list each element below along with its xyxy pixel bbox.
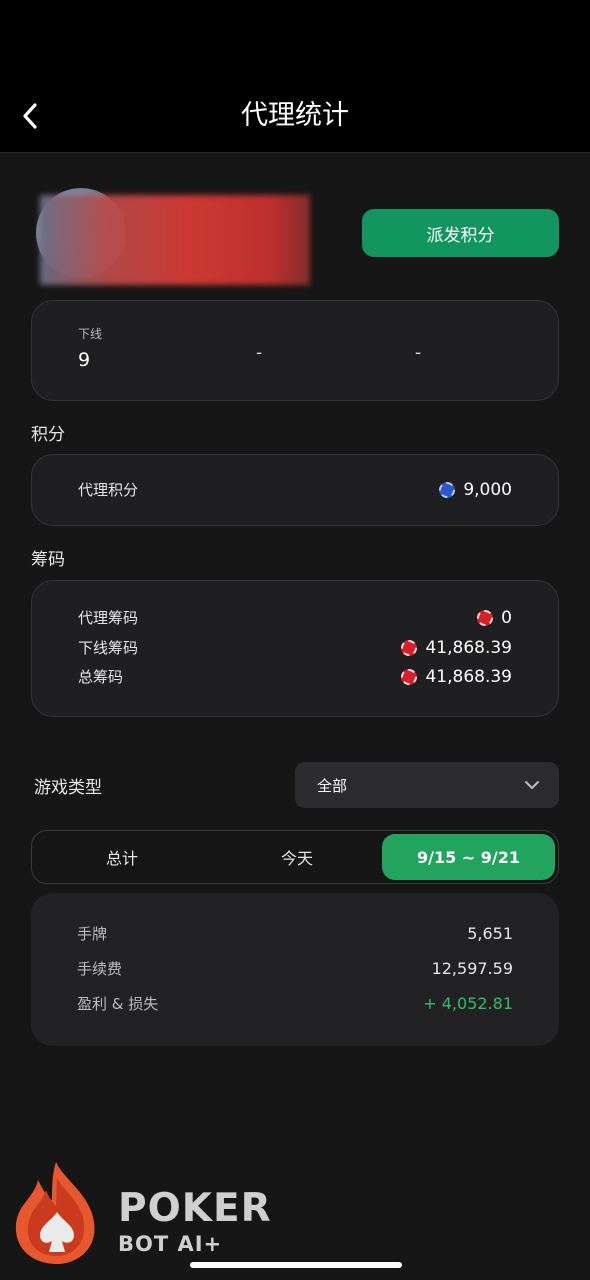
blue-chip-icon (439, 481, 456, 498)
profit-loss-value: + 4,052.81 (423, 994, 513, 1013)
redacted-name (40, 195, 310, 285)
downline-chips-label: 下线筹码 (78, 639, 139, 657)
total-chips-amount: 41,868.39 (425, 666, 512, 687)
dispatch-points-button[interactable]: 派发积分 (362, 209, 559, 257)
agent-points-label: 代理积分 (78, 481, 139, 499)
chevron-down-icon (525, 781, 539, 789)
hands-label: 手牌 (77, 925, 108, 943)
points-card: 代理积分 9,000 (31, 454, 559, 526)
agent-points-value: 9,000 (439, 480, 512, 500)
downline-chips-amount: 41,868.39 (425, 637, 512, 658)
stats-card: 手牌 5,651 手续费 12,597.59 盈利 & 损失 + 4,052.8… (31, 893, 559, 1046)
agent-points-row: 代理积分 9,000 (78, 479, 512, 500)
fee-row: 手续费 12,597.59 (77, 958, 513, 979)
placeholder-dash: - (415, 343, 422, 363)
watermark-bot-ai: BOT AI+ (118, 1232, 223, 1256)
profit-loss-label: 盈利 & 损失 (77, 995, 159, 1013)
flame-spade-logo-icon (15, 1162, 95, 1264)
agent-chips-amount: 0 (501, 607, 512, 628)
tab-week-range[interactable]: 9/15 ~ 9/21 (382, 834, 555, 880)
page-title: 代理统计 (241, 100, 349, 131)
points-section-title: 积分 (31, 425, 65, 445)
fee-label: 手续费 (77, 960, 123, 978)
header: 代理统计 (0, 80, 590, 153)
chips-card: 代理筹码 0 下线筹码 41,868.39 总筹码 41,868.39 (31, 580, 559, 717)
agent-chips-label: 代理筹码 (78, 609, 139, 627)
period-tabs: 总计 今天 9/15 ~ 9/21 (31, 830, 559, 884)
agent-points-amount: 9,000 (463, 479, 512, 500)
home-indicator (190, 1262, 402, 1268)
game-type-label: 游戏类型 (34, 778, 102, 798)
chips-section-title: 筹码 (31, 550, 65, 570)
tab-today[interactable]: 今天 (212, 834, 382, 880)
agent-chips-row: 代理筹码 0 (78, 607, 512, 628)
agent-chips-value: 0 (477, 608, 512, 628)
downline-card: 下线 9 - - (31, 300, 559, 401)
total-chips-label: 总筹码 (78, 668, 124, 686)
downline-chips-row: 下线筹码 41,868.39 (78, 637, 512, 658)
total-chips-row: 总筹码 41,868.39 (78, 666, 512, 687)
red-chip-icon (477, 609, 494, 626)
game-type-selected: 全部 (317, 776, 348, 795)
total-chips-value: 41,868.39 (401, 667, 512, 687)
red-chip-icon (401, 639, 418, 656)
red-chip-icon (401, 668, 418, 685)
tab-total[interactable]: 总计 (32, 834, 212, 880)
placeholder-dash: - (256, 343, 263, 363)
fee-value: 12,597.59 (431, 959, 513, 978)
game-type-select[interactable]: 全部 (295, 762, 559, 808)
downline-label: 下线 (78, 327, 103, 341)
profit-loss-row: 盈利 & 损失 + 4,052.81 (77, 993, 513, 1014)
downline-value: 9 (78, 349, 91, 371)
downline-chips-value: 41,868.39 (401, 638, 512, 658)
hands-value: 5,651 (467, 924, 513, 943)
watermark-poker: POKER (118, 1186, 272, 1231)
status-bar (0, 0, 590, 80)
hands-row: 手牌 5,651 (77, 923, 513, 944)
